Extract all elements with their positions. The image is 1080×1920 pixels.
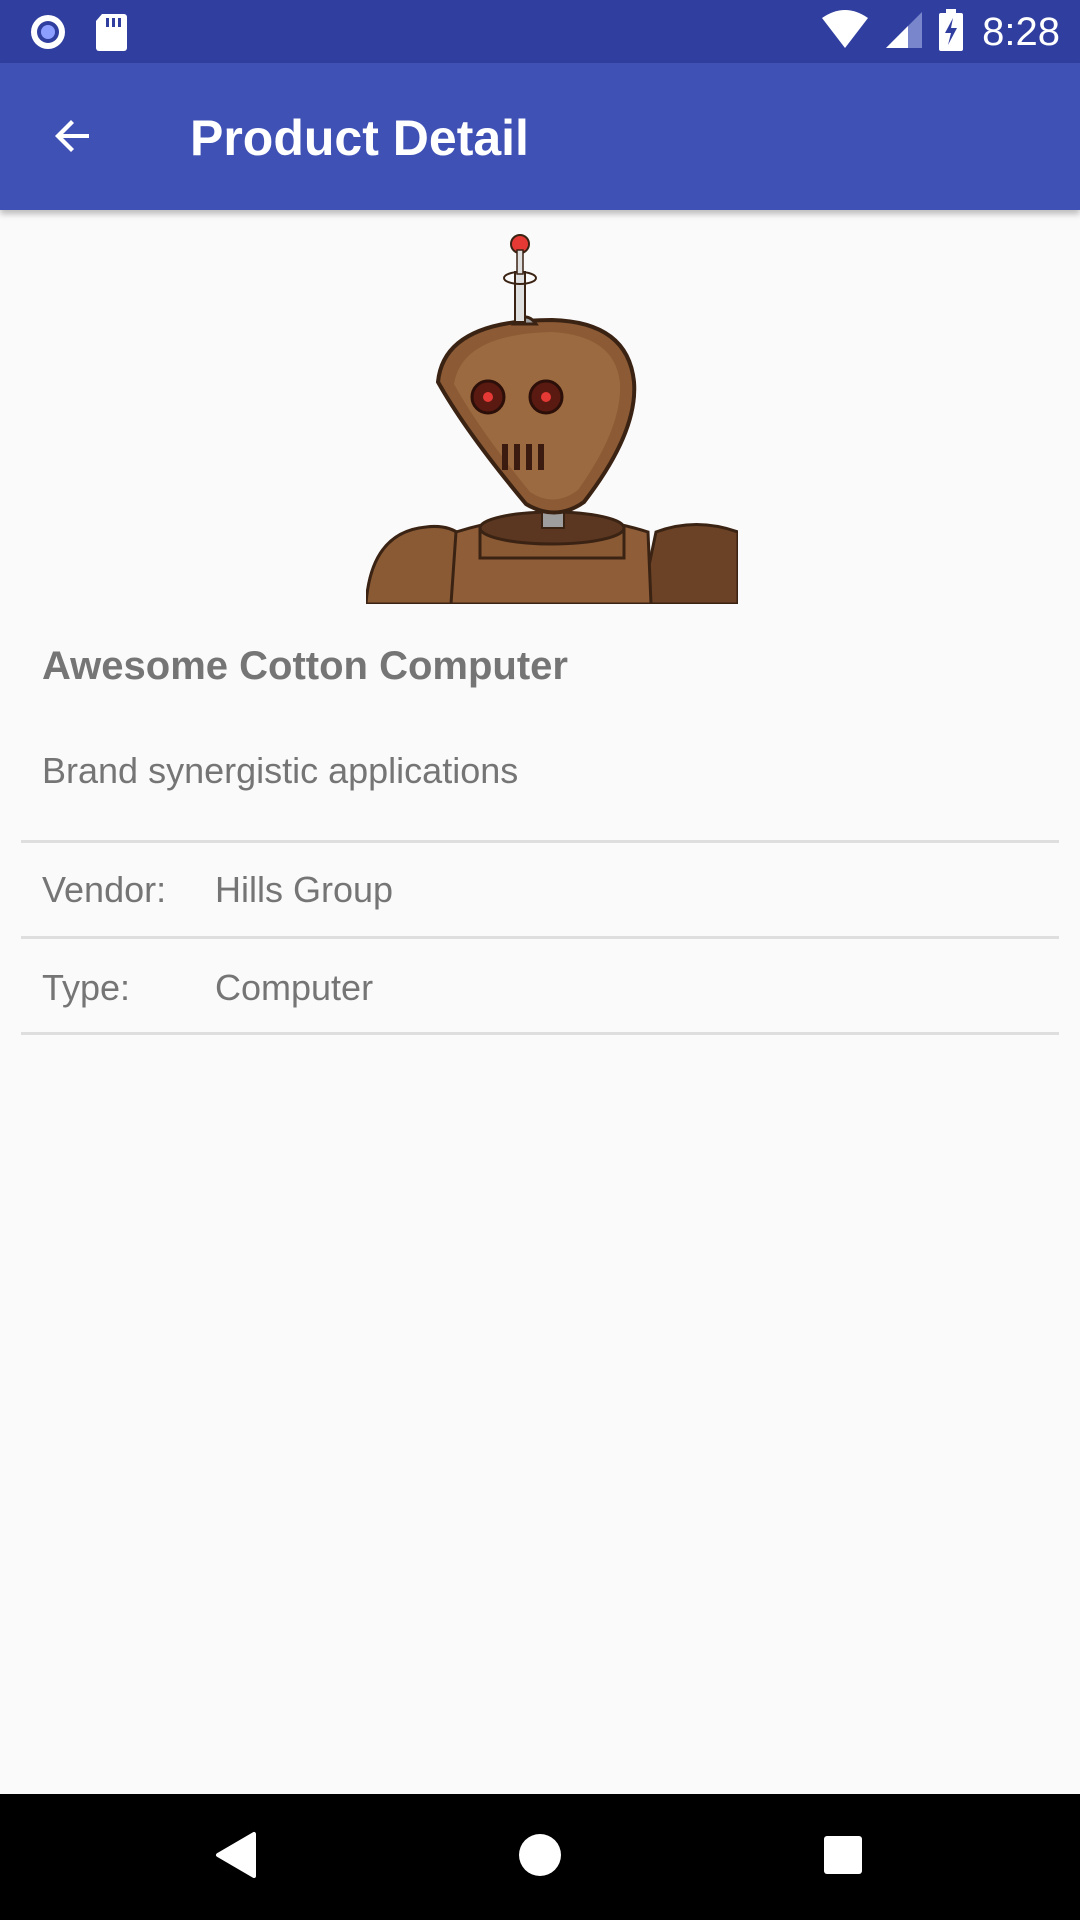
wifi-icon <box>820 9 870 55</box>
app-bar: Product Detail <box>0 63 1080 210</box>
vendor-label: Vendor: <box>42 869 167 910</box>
page-title: Product Detail <box>190 110 529 166</box>
nav-recents-button[interactable] <box>810 1824 876 1890</box>
system-nav-bar <box>0 1794 1080 1920</box>
home-circle-icon <box>517 1832 563 1883</box>
type-label: Type: <box>42 967 131 1008</box>
signal-icon <box>884 10 924 55</box>
product-image <box>366 232 738 604</box>
divider <box>21 840 1059 843</box>
record-icon <box>28 12 68 57</box>
robot-illustration <box>366 234 738 604</box>
sd-card-icon <box>94 12 128 57</box>
nav-back-button[interactable] <box>204 1824 270 1890</box>
recents-square-icon <box>823 1835 863 1880</box>
type-value: Computer <box>215 967 374 1008</box>
product-description: Brand synergistic applications <box>42 750 519 791</box>
back-triangle-icon <box>214 1830 260 1885</box>
vendor-value: Hills Group <box>215 869 394 910</box>
status-time: 8:28 <box>982 10 1060 54</box>
product-name: Awesome Cotton Computer <box>42 644 568 688</box>
divider <box>21 1032 1059 1035</box>
battery-charging-icon <box>938 8 964 56</box>
divider <box>21 936 1059 939</box>
back-button[interactable] <box>38 103 108 173</box>
arrow-back-icon <box>49 112 97 165</box>
nav-home-button[interactable] <box>507 1824 573 1890</box>
status-bar: 8:28 <box>0 0 1080 63</box>
